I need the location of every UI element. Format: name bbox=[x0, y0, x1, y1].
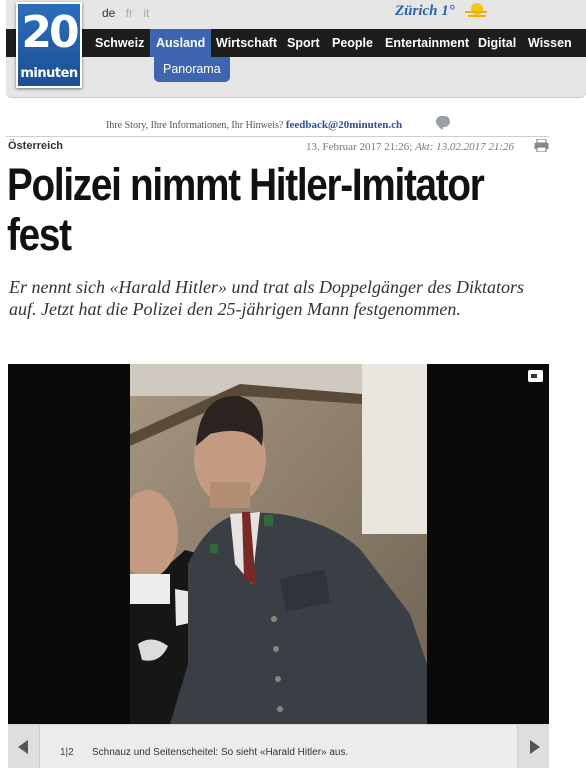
publish-date: 13. Februar 2017 21:26; bbox=[306, 141, 413, 153]
weather-city: Zürich bbox=[395, 3, 438, 19]
gallery-controls: 1|2 Schnauz und Seitenscheitel: So sieht… bbox=[8, 724, 549, 768]
gallery-counter: 1|2 bbox=[60, 747, 74, 758]
nav-ausland[interactable]: Ausland bbox=[150, 29, 212, 57]
gallery-prev-button[interactable] bbox=[8, 725, 40, 768]
gallery-caption: Schnauz und Seitenscheitel: So sieht «Ha… bbox=[92, 747, 349, 758]
subnav-panorama[interactable]: Panorama bbox=[154, 57, 230, 82]
feedback-line: Ihre Story, Ihre Informationen, Ihr Hinw… bbox=[106, 119, 402, 131]
feedback-email-link[interactable]: feedback@20minuten.ch bbox=[286, 119, 402, 131]
article-title: Polizei nimmt Hitler-Imitator fest bbox=[7, 159, 485, 260]
site-header: de fr it Zürich 1° Schweiz Ausland Wirts… bbox=[6, 0, 586, 98]
weather-widget[interactable]: Zürich 1° bbox=[395, 3, 455, 20]
nav-people[interactable]: People bbox=[332, 29, 373, 57]
main-navigation: Schweiz Ausland Wirtschaft Sport People … bbox=[6, 29, 586, 57]
updated-date: Akt: 13.02.2017 21:26 bbox=[415, 141, 515, 153]
lang-it[interactable]: it bbox=[143, 6, 149, 20]
nav-wissen[interactable]: Wissen bbox=[528, 29, 572, 57]
print-icon[interactable] bbox=[534, 139, 549, 152]
lang-fr[interactable]: fr bbox=[126, 6, 133, 20]
nav-wirtschaft[interactable]: Wirtschaft bbox=[216, 29, 277, 57]
site-logo[interactable]: 20 minuten bbox=[16, 2, 82, 88]
speech-bubble-icon bbox=[436, 116, 450, 130]
gallery-photo[interactable] bbox=[130, 364, 427, 724]
lang-de[interactable]: de bbox=[102, 6, 115, 20]
nav-sport[interactable]: Sport bbox=[287, 29, 320, 57]
article-lead: Er nennt sich «Harald Hitler» und trat a… bbox=[9, 277, 524, 319]
fullscreen-icon[interactable] bbox=[528, 370, 543, 382]
gallery-next-button[interactable] bbox=[517, 725, 549, 768]
language-switcher: de fr it bbox=[102, 6, 156, 20]
feedback-text: Ihre Story, Ihre Informationen, Ihr Hinw… bbox=[106, 120, 284, 131]
nav-entertainment[interactable]: Entertainment bbox=[385, 29, 469, 57]
logo-number: 20 bbox=[21, 7, 79, 58]
weather-temperature: 1° bbox=[441, 3, 455, 19]
image-gallery[interactable] bbox=[8, 364, 549, 724]
nav-schweiz[interactable]: Schweiz bbox=[95, 29, 144, 57]
nav-digital[interactable]: Digital bbox=[478, 29, 516, 57]
article-date: 13. Februar 2017 21:26; Akt: 13.02.2017 … bbox=[306, 141, 514, 153]
sun-cloud-icon bbox=[465, 3, 487, 17]
photo-illustration bbox=[130, 364, 427, 724]
arrow-left-icon bbox=[18, 740, 28, 754]
arrow-right-icon bbox=[530, 740, 540, 754]
divider bbox=[6, 136, 549, 137]
article-category[interactable]: Österreich bbox=[8, 140, 63, 152]
logo-word: minuten bbox=[20, 66, 78, 81]
